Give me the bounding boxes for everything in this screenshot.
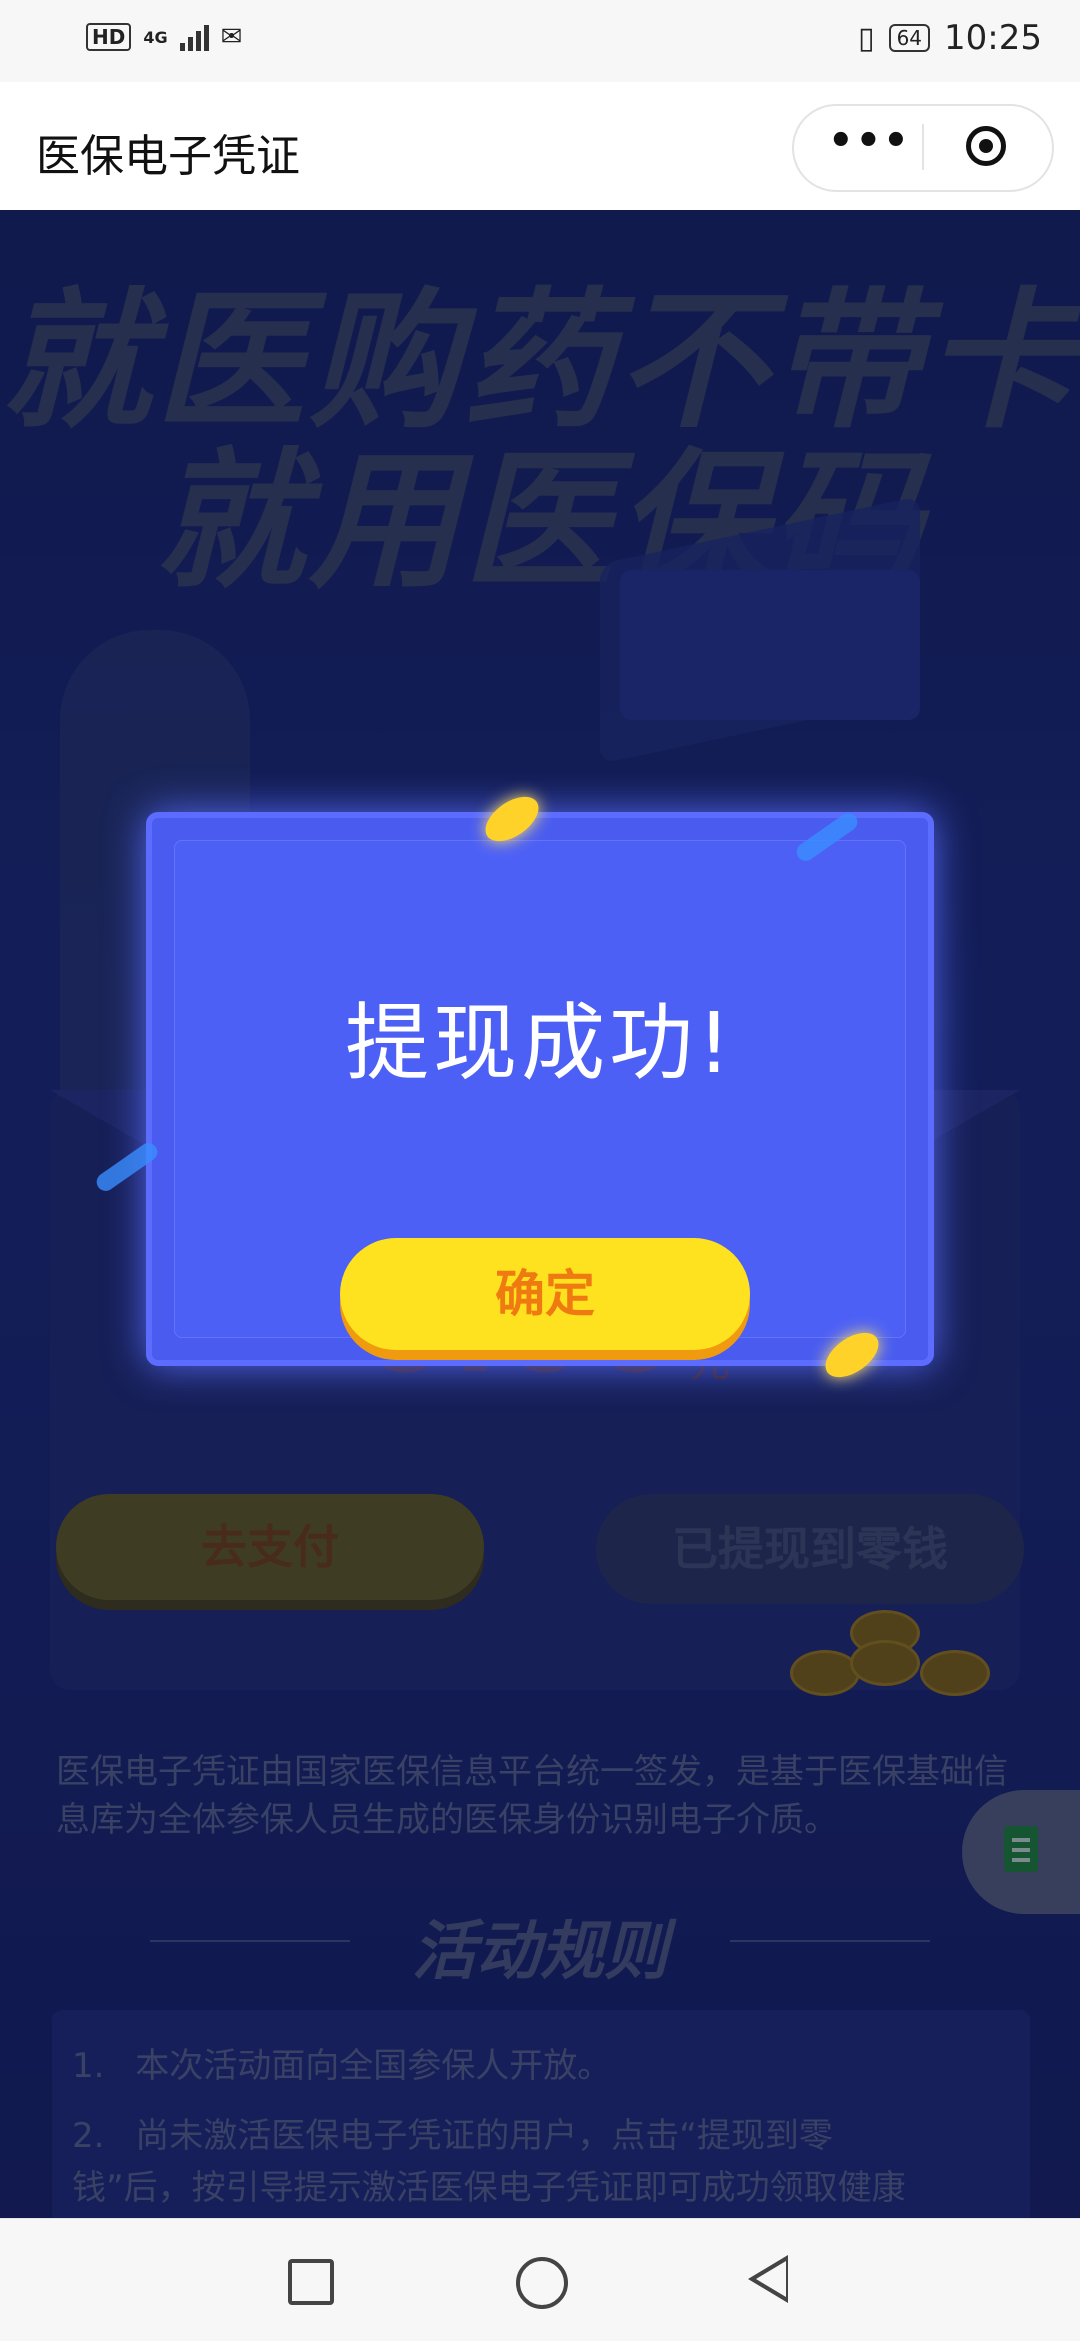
hd-icon: HD xyxy=(86,23,132,51)
wechat-icon: ✉ xyxy=(220,22,243,52)
status-right: ▯ 64 10:25 xyxy=(858,18,1042,58)
close-button[interactable] xyxy=(966,126,1006,166)
status-left: HD 4G ✉ xyxy=(86,22,242,52)
battery-icon: 64 xyxy=(888,24,931,52)
capsule-menu: ••• xyxy=(792,104,1054,192)
more-button[interactable]: ••• xyxy=(828,118,911,164)
vibrate-icon: ▯ xyxy=(858,20,875,56)
square-icon[interactable] xyxy=(288,2259,334,2305)
status-bar: HD 4G ✉ ▯ 64 10:25 xyxy=(0,0,1080,82)
system-nav-bar xyxy=(0,2218,1080,2341)
circle-home-icon[interactable] xyxy=(516,2257,568,2309)
confirm-button[interactable]: 确定 xyxy=(340,1238,750,1350)
capsule-divider xyxy=(922,124,924,170)
page-title: 医保电子凭证 xyxy=(36,131,300,182)
success-modal: 提现成功! 确定 xyxy=(93,787,934,1387)
signal-icon xyxy=(179,23,209,51)
clock: 10:25 xyxy=(944,18,1042,58)
network-label: 4G xyxy=(143,27,168,47)
triangle-back-icon[interactable] xyxy=(748,2255,788,2303)
title-bar: 医保电子凭证 ••• xyxy=(0,82,1080,211)
modal-title: 提现成功! xyxy=(345,994,735,1092)
